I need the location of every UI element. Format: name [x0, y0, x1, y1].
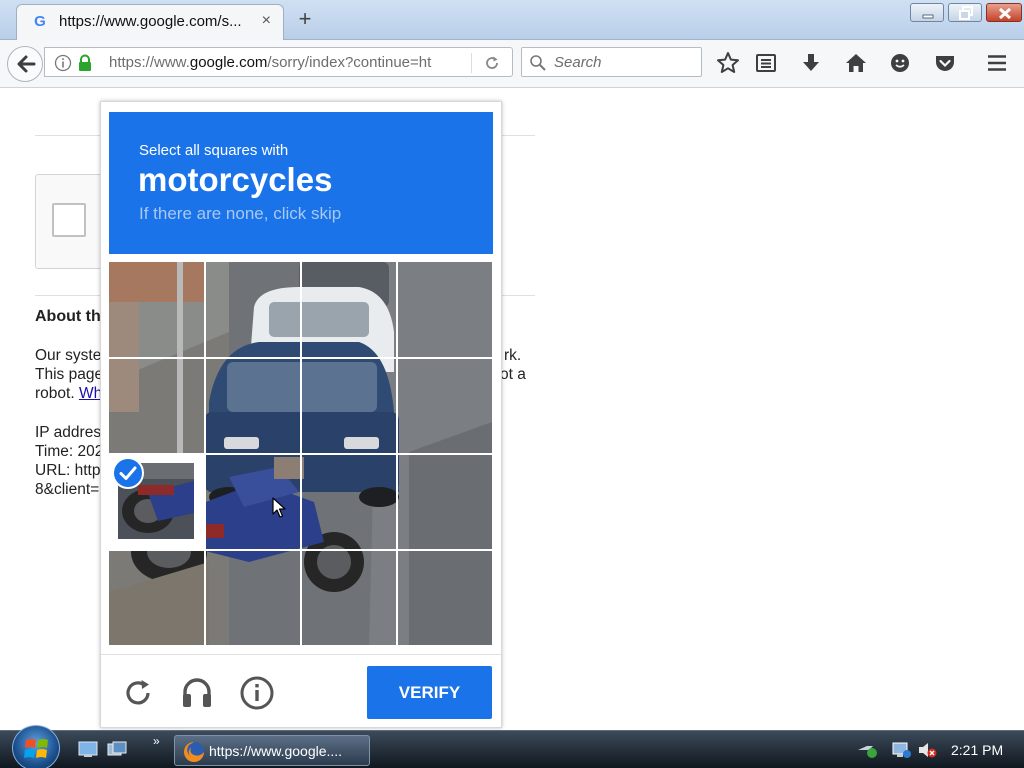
info-icon[interactable]: [54, 54, 72, 72]
explanation-line-2: This page: [35, 366, 104, 383]
url-label: URL: http: [35, 462, 101, 479]
challenge-footer: VERIFY: [101, 654, 501, 728]
search-placeholder: Search: [554, 54, 602, 71]
new-tab-button[interactable]: +: [292, 6, 318, 32]
tab-close-icon[interactable]: ×: [262, 12, 271, 30]
switch-windows-icon[interactable]: [107, 741, 127, 758]
tile-r1-c3[interactable]: [398, 359, 492, 453]
show-desktop-icon[interactable]: [78, 741, 98, 758]
url-text[interactable]: https://www.google.com/sorry/index?conti…: [109, 54, 445, 71]
taskbar-firefox-button[interactable]: https://www.google....: [174, 735, 370, 766]
info-challenge-icon[interactable]: [239, 675, 275, 711]
taskbar-clock[interactable]: 2:21 PM: [951, 742, 1003, 758]
lock-icon: [79, 54, 91, 71]
menu-icon[interactable]: [985, 51, 1009, 75]
ip-address-label: IP addres: [35, 424, 102, 441]
time-label: Time: 202: [35, 443, 104, 460]
refresh-challenge-icon[interactable]: [120, 675, 156, 711]
recaptcha-checkbox-widget[interactable]: [35, 174, 110, 269]
challenge-image-grid: [109, 262, 492, 645]
browser-tab[interactable]: G https://www.google.com/s... ×: [16, 4, 284, 40]
tile-r0-c3[interactable]: [398, 262, 492, 356]
explanation-line-2-end: ot a: [500, 366, 526, 383]
why-link[interactable]: Wh: [79, 385, 102, 402]
network-icon[interactable]: [857, 741, 879, 759]
about-heading: About th: [35, 308, 101, 325]
tile-r2-c2[interactable]: [302, 455, 396, 549]
url-bar[interactable]: https://www.google.com/sorry/index?conti…: [44, 47, 513, 77]
recaptcha-challenge: Select all squares with motorcycles If t…: [100, 101, 502, 728]
bookmark-star-icon[interactable]: [716, 51, 740, 75]
mouse-cursor-icon: [272, 497, 286, 518]
tile-r0-c2[interactable]: [302, 262, 396, 356]
navigation-bar: https://www.google.com/sorry/index?conti…: [0, 40, 1024, 88]
challenge-instruction: Select all squares with: [139, 142, 289, 159]
home-icon[interactable]: [844, 51, 868, 75]
pocket-icon[interactable]: [933, 51, 957, 75]
windows-taskbar: » https://www.google.... 2:21 PM: [0, 725, 1024, 768]
tab-title: https://www.google.com/s...: [59, 13, 242, 30]
search-icon: [530, 55, 546, 71]
windows-start-icon[interactable]: [12, 725, 60, 768]
tile-r0-c1[interactable]: [206, 262, 300, 356]
verify-button[interactable]: VERIFY: [367, 666, 492, 719]
volume-icon[interactable]: [917, 741, 939, 759]
close-window-button[interactable]: [986, 3, 1022, 22]
tile-r1-c2[interactable]: [302, 359, 396, 453]
back-button[interactable]: [7, 46, 43, 82]
checkmark-icon: [112, 457, 144, 489]
explanation-line-1-end: rk.: [504, 347, 522, 364]
url-path: /sorry/index?continue=ht: [267, 54, 432, 71]
explanation-line-1: Our syste: [35, 347, 102, 364]
explanation-line-3: robot. Wh: [35, 384, 102, 403]
url-host: google.com: [189, 54, 268, 71]
search-box[interactable]: Search: [521, 47, 702, 77]
challenge-header: Select all squares with motorcycles If t…: [109, 112, 493, 254]
client-label: 8&client=: [35, 481, 100, 498]
tile-r0-c0[interactable]: [109, 262, 203, 356]
tile-r3-c1[interactable]: [206, 551, 300, 645]
challenge-target: motorcycles: [138, 161, 333, 198]
action-center-icon[interactable]: [891, 741, 913, 759]
taskbar-overflow-icon[interactable]: »: [153, 734, 160, 748]
reading-list-icon[interactable]: [754, 51, 778, 75]
recaptcha-checkbox[interactable]: [52, 203, 86, 237]
explanation-line-3-text: robot.: [35, 385, 79, 402]
tile-r2-c3[interactable]: [398, 455, 492, 549]
google-favicon-icon: G: [34, 13, 46, 30]
tile-r2-c0-selected[interactable]: [109, 454, 204, 549]
tile-r3-c3[interactable]: [398, 551, 492, 645]
minimize-button[interactable]: [910, 3, 944, 22]
audio-challenge-icon[interactable]: [179, 675, 215, 711]
restore-button[interactable]: [948, 3, 982, 22]
download-icon[interactable]: [799, 51, 823, 75]
challenge-hint: If there are none, click skip: [139, 204, 342, 223]
tile-r3-c0[interactable]: [109, 551, 203, 645]
back-icon: [17, 55, 36, 73]
reload-icon[interactable]: [483, 54, 501, 72]
taskbar-firefox-label: https://www.google....: [209, 743, 343, 759]
url-separator: [471, 53, 472, 73]
url-prefix: https://www.: [109, 54, 190, 71]
smiley-icon[interactable]: [888, 51, 912, 75]
tile-r1-c1[interactable]: [206, 359, 300, 453]
tile-r3-c2[interactable]: [302, 551, 396, 645]
firefox-icon: [184, 742, 204, 762]
tile-r1-c0[interactable]: [109, 359, 203, 453]
tab-strip: G https://www.google.com/s... × +: [0, 0, 1024, 40]
